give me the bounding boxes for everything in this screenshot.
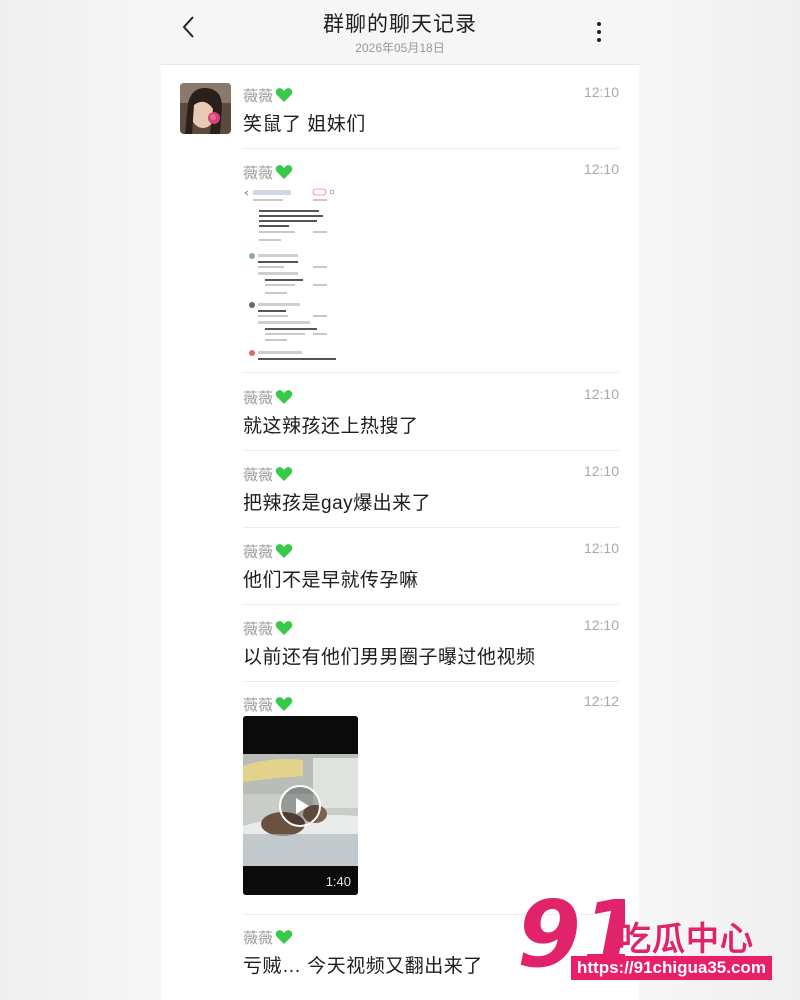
sender-name: 薇薇 [243,540,621,562]
chat-record-screen: 群聊的聊天记录 2026年05月18日 薇薇 12:10 笑鼠了 姐妹们 薇薇 … [161,0,639,1000]
message-1: 薇薇 12:10 笑鼠了 姐妹们 [243,84,621,136]
more-button[interactable] [589,20,609,44]
chat-date: 2026年05月18日 [355,41,445,55]
green-heart-icon [275,88,293,102]
message-text: 把辣孩是gay爆出来了 [243,493,432,514]
message-text: 以前还有他们男男圈子曝过他视频 [243,647,536,668]
divider [243,604,619,605]
sender-name: 薇薇 [243,161,621,183]
divider [243,372,619,373]
message-4: 薇薇 12:10 把辣孩是gay爆出来了 [243,463,621,515]
screenshot-image[interactable] [243,186,343,364]
message-2: 薇薇 12:10 [243,161,621,183]
top-bar: 群聊的聊天记录 2026年05月18日 [161,0,639,65]
message-6: 薇薇 12:10 以前还有他们男男圈子曝过他视频 [243,617,621,669]
message-time: 12:10 [583,463,619,479]
green-heart-icon [275,544,293,558]
sender-name: 薇薇 [243,463,621,485]
green-heart-icon [275,697,293,711]
avatar[interactable] [180,83,231,134]
divider [243,450,619,451]
message-7: 薇薇 12:12 [243,693,621,715]
site-watermark: 91 吃瓜中心 https://91chigua35.com [515,880,795,990]
sender-name: 薇薇 [243,617,621,639]
green-heart-icon [275,621,293,635]
divider [243,527,619,528]
message-5: 薇薇 12:10 他们不是早就传孕嘛 [243,540,621,592]
green-heart-icon [275,930,293,944]
message-time: 12:10 [583,540,619,556]
watermark-url: https://91chigua35.com [571,956,772,980]
message-time: 12:10 [583,617,619,633]
vertical-dots-icon [597,22,601,42]
message-time: 12:10 [583,386,619,402]
message-text: 就这辣孩还上热搜了 [243,416,419,437]
green-heart-icon [275,467,293,481]
sender-name: 薇薇 [243,693,621,715]
sender-name: 薇薇 [243,84,621,106]
video-duration: 1:40 [325,874,351,889]
green-heart-icon [275,165,293,179]
sender-name: 薇薇 [243,386,621,408]
play-icon[interactable] [278,784,322,828]
divider [243,681,619,682]
message-text: 他们不是早就传孕嘛 [243,570,419,591]
message-time: 12:10 [583,84,619,100]
video-thumbnail[interactable]: 1:40 [243,716,358,895]
watermark-brand: 吃瓜中心 [618,919,754,958]
message-time: 12:10 [583,161,619,177]
divider [243,148,619,149]
message-text: 笑鼠了 姐妹们 [243,114,366,135]
green-heart-icon [275,390,293,404]
message-3: 薇薇 12:10 就这辣孩还上热搜了 [243,386,621,438]
page-title: 群聊的聊天记录 [323,13,477,36]
message-time: 12:12 [583,693,619,709]
